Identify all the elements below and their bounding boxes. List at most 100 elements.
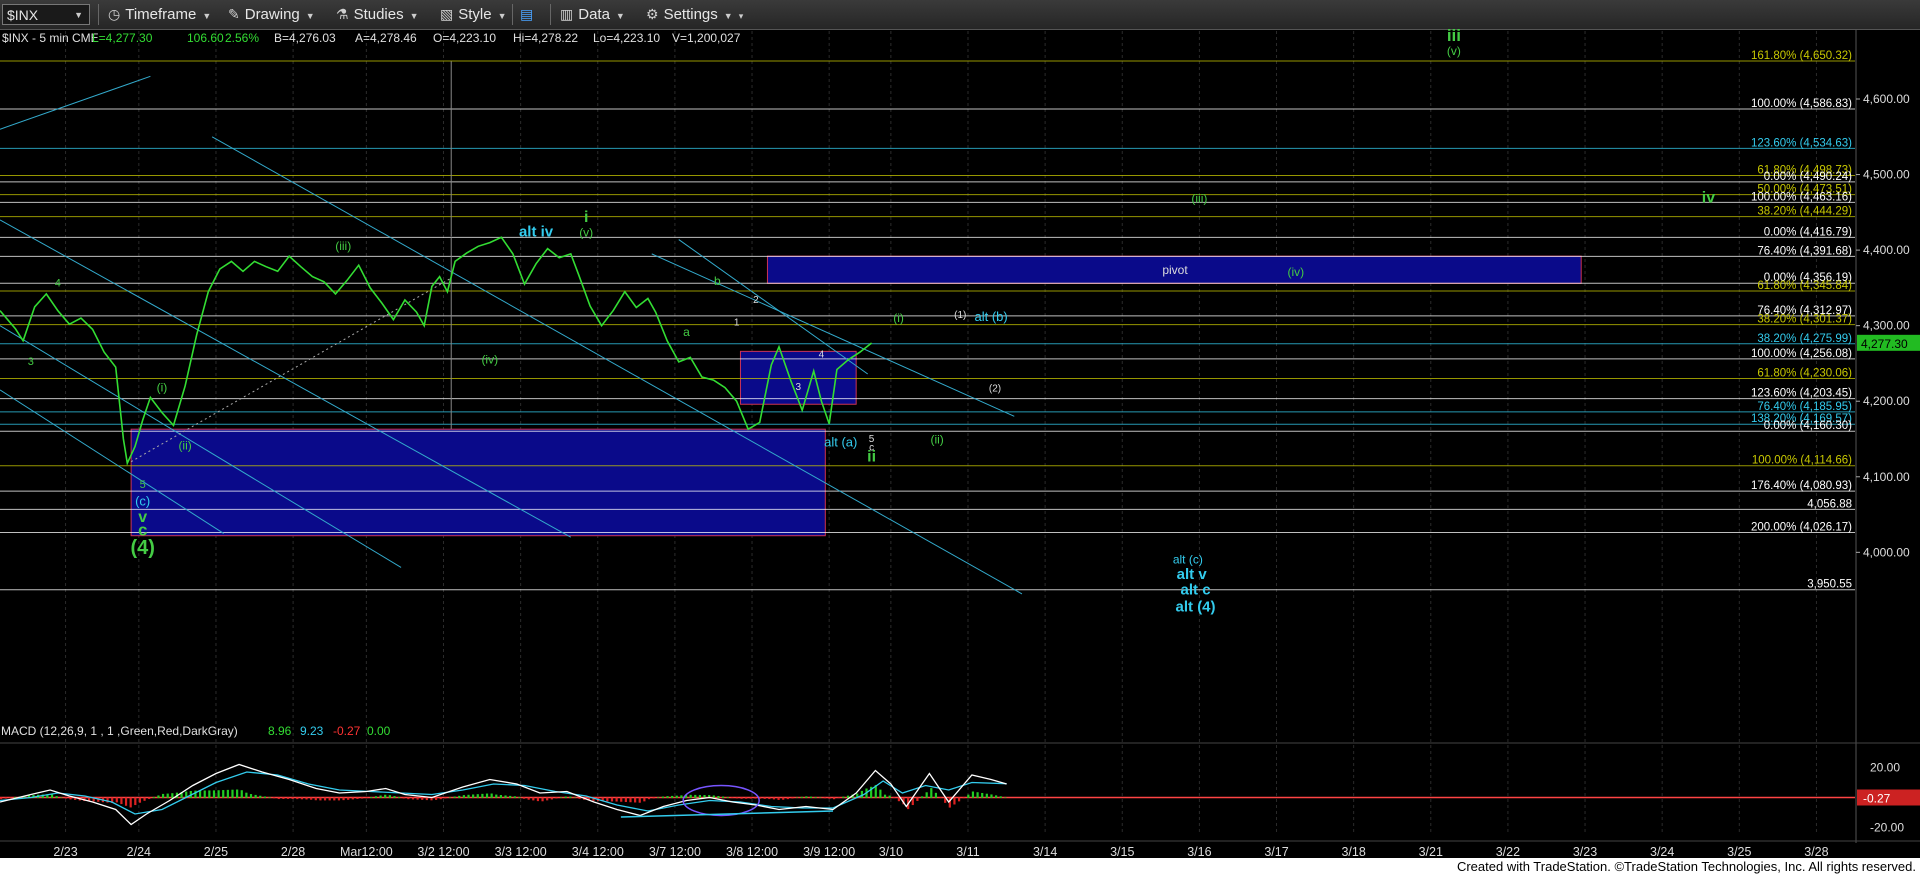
fib-label: 123.60% (4,203.45) [1751,388,1852,400]
fib-label: 100.00% (4,114.66) [1752,455,1852,467]
macd-histogram-bar [981,792,984,798]
macd-histogram-bar [472,794,475,798]
time-tick-label: Mar12:00 [340,845,393,858]
macd-histogram-bar [578,797,581,799]
macd-axis-label: 20.00 [1870,761,1900,775]
macd-histogram-bar [629,797,632,803]
time-tick-label: 2/24 [127,845,151,858]
macd-histogram-bar [282,797,285,799]
macd-histogram-bar [930,788,933,798]
fib-label: 0.00% (4,490.24) [1764,171,1852,183]
style-menu[interactable]: ▧ Style ▼ [440,4,507,25]
macd-histogram-bar [333,797,336,801]
macd-histogram-bar [569,796,572,798]
wave-label: 3 [28,356,34,368]
wave-label: (i) [157,380,168,394]
chart-header: $INX - 5 min CME L=4,277.30 106.60 2.56%… [2,31,741,45]
time-tick-label: 3/21 [1419,845,1443,858]
header-last: L=4,277.30 [92,31,153,45]
fib-label: 38.20% (4,444.29) [1757,206,1852,218]
fib-label: 100.00% (4,586.83) [1751,98,1852,110]
macd-histogram-bar [522,797,526,799]
macd-histogram-bar [532,797,535,801]
macd-histogram-bar [546,797,549,801]
macd-histogram-bar [360,797,364,799]
macd-histogram-bar [740,797,743,799]
macd-histogram-bar [370,797,373,798]
time-tick-label: 3/8 12:00 [726,845,778,858]
macd-line [0,763,1007,826]
pivot-label: pivot [1162,263,1188,277]
time-tick-label: 3/17 [1264,845,1288,858]
macd-histogram-bar [754,797,757,799]
macd-histogram-bar [9,797,12,799]
macd-histogram-bar [365,797,368,799]
wave-label: alt v [1177,566,1208,583]
macd-histogram-bar [643,797,646,802]
trend-line [0,75,151,130]
drawing-menu[interactable]: ✎ Drawing ▼ [228,4,315,25]
macd-histogram-bar [962,797,965,799]
macd-histogram-bar [337,797,341,801]
time-tick-label: 2/28 [281,845,305,858]
macd-header: MACD (12,26,9, 1 , 1 ,Green,Red,DarkGray… [1,724,391,738]
chevron-down-icon: ▼ [497,11,507,21]
time-tick-label: 3/28 [1804,845,1828,858]
macd-histogram-bar [296,797,299,800]
price-axis: 4,600.00 4,500.00 4,400.00 4,300.00 4,200.00… [1855,29,1920,843]
macd-histogram-bar [226,789,229,798]
macd-histogram-bar [809,796,813,798]
time-tick-label: 3/14 [1033,845,1057,858]
wave-label: b [714,274,721,288]
macd-histogram-bar [1004,797,1007,798]
macd-histogram-bar [573,797,577,798]
header-bid: B=4,276.03 [274,31,336,45]
support-box-left [130,428,826,537]
macd-histogram-bar [782,797,785,800]
header-low: Lo=4,223.10 [593,31,660,45]
toolbar: $INX ▼ ◷ Timeframe ▼ ✎ Drawing ▼ ⚗ Studies ▼ ▧ S… [0,0,1920,30]
time-tick-label: 3/18 [1341,845,1365,858]
layout-button[interactable]: ▤ [520,4,538,25]
macd-zero-value: 0.00 [367,724,391,738]
pencil-icon: ✎ [228,6,240,22]
symbol-input[interactable]: $INX ▼ [2,4,90,25]
macd-histogram-bar [777,797,780,800]
macd-histogram-bar [800,796,803,798]
macd-histogram-bar [64,797,67,799]
time-tick-label: 3/11 [956,845,979,858]
axis-tick-label: 4,500.00 [1863,168,1910,182]
fib-label: 61.80% (4,345.84) [1757,280,1852,292]
macd-signal-value: 9.23 [300,724,324,738]
chart-area[interactable]: pivot 161.80% (4,650.32) 100.00% (4,586.8… [0,29,1920,858]
fib-label: 200.00% (4,026.17) [1751,522,1852,534]
macd-histogram-bar [444,797,447,799]
studies-menu[interactable]: ⚗ Studies ▼ [336,4,419,25]
macd-histogram-bar [999,796,1002,798]
fib-label: 0.00% (4,160.30) [1764,420,1852,432]
macd-histogram-bar [379,795,382,798]
timeframe-label: Timeframe [125,6,197,23]
macd-histogram-bar [624,797,627,802]
macd-histogram-bar [735,797,739,799]
macd-histogram-bar [657,797,660,798]
gear-icon: ⚙ [646,6,659,22]
data-menu[interactable]: ▥ Data ▼ [560,4,625,25]
fib-label: 4,056.88 [1807,498,1852,510]
settings-menu[interactable]: ⚙ Settings ▼ ▾ [646,4,743,25]
macd-histogram-bar [351,797,354,800]
fib-label: 123.60% (4,534.63) [1751,137,1852,149]
time-tick-label: 3/22 [1496,845,1520,858]
macd-histogram-bar [198,790,202,798]
wave-label: alt (b) [975,309,1008,324]
wave-label: 4 [819,349,825,360]
macd-histogram-bar [698,794,702,798]
macd-histogram-bar [925,792,928,798]
data-label: Data [578,6,610,23]
timeframe-menu[interactable]: ◷ Timeframe ▼ [108,4,211,25]
macd-histogram-bar [268,797,271,798]
macd-histogram-bar [481,793,484,798]
macd-histogram-bar [453,796,456,798]
layout-icon: ▤ [520,6,534,22]
time-tick-label: 3/3 12:00 [495,845,547,858]
